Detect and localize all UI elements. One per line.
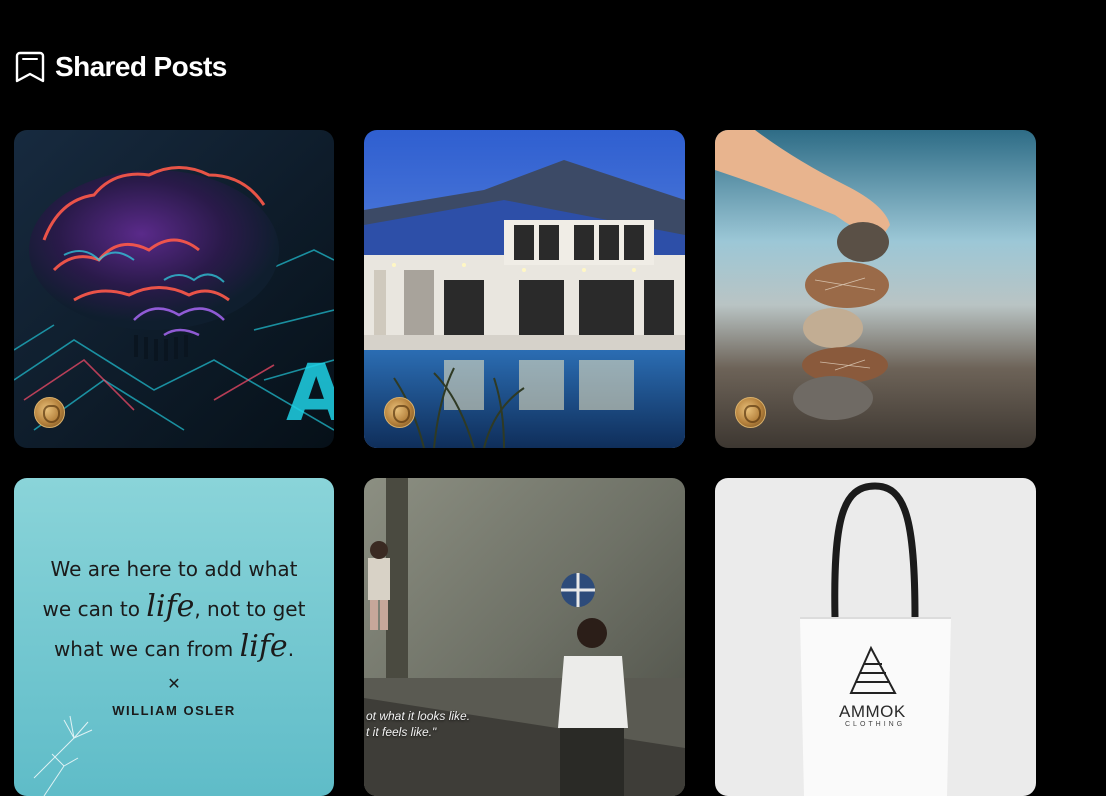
quote-line: We are here to add what [50, 557, 298, 581]
post-image [715, 478, 1036, 796]
svg-text:A: A [286, 349, 334, 439]
image-caption: ot what it looks like. t it feels like." [366, 709, 471, 739]
quote-line: what we can from life. [53, 629, 295, 664]
post-card-villa[interactable] [364, 130, 685, 448]
quote-author: WILLIAM OSLER [112, 703, 236, 718]
post-card-pebbles[interactable] [715, 130, 1036, 448]
quote-text: We are here to add what we can to life, … [14, 550, 334, 668]
post-card-quote[interactable]: We are here to add what we can to life, … [14, 478, 334, 796]
post-card-boy[interactable]: ot what it looks like. t it feels like." [364, 478, 685, 796]
avatar[interactable] [34, 397, 65, 428]
posts-grid: A We are here to add what we can to life… [14, 130, 1036, 796]
brand-name: AMMOK [839, 702, 906, 721]
post-image [364, 478, 685, 796]
bookmark-icon [15, 50, 45, 84]
post-image: A [14, 130, 334, 448]
avatar[interactable] [384, 397, 415, 428]
post-card-tote[interactable]: AMMOK CLOTHING [715, 478, 1036, 796]
post-image [364, 130, 685, 448]
ornament-icon: ✕ [167, 676, 181, 693]
page-header: Shared Posts [15, 50, 227, 84]
quote-line: we can to life, not to get [42, 589, 306, 624]
page-title: Shared Posts [55, 51, 227, 82]
post-card-brain[interactable]: A [14, 130, 334, 448]
brand-tagline: CLOTHING [845, 721, 906, 728]
post-image [715, 130, 1036, 448]
avatar[interactable] [735, 397, 766, 428]
